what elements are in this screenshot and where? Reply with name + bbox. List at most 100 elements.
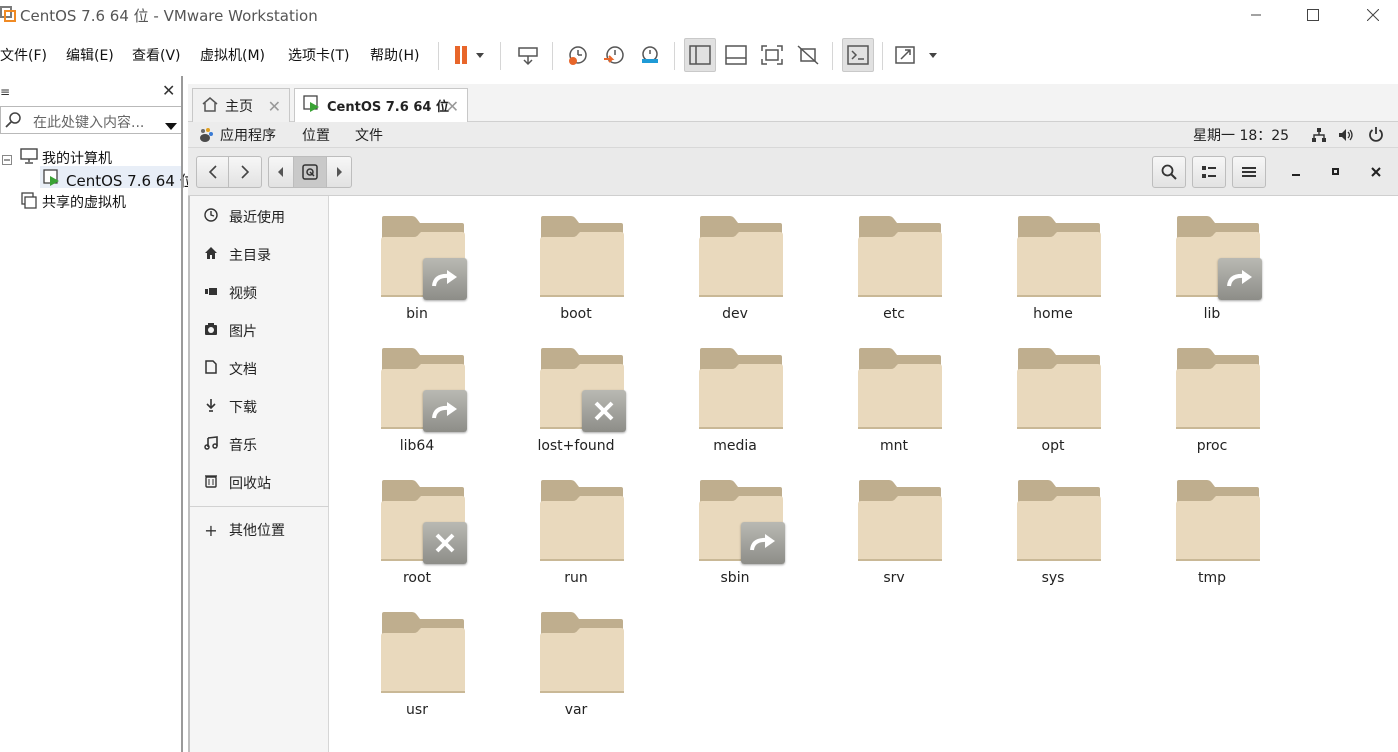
sidebar-item-recent[interactable]: 最近使用	[202, 206, 285, 228]
sidebar-item-label: 主目录	[229, 248, 271, 264]
sidebar-item-music[interactable]: 音乐	[202, 434, 257, 456]
locked-emblem-icon	[423, 522, 467, 564]
sidebar-item-documents[interactable]: 文档	[202, 358, 257, 380]
file-item[interactable]: var	[516, 592, 636, 718]
path-root-button[interactable]	[293, 156, 327, 188]
hamburger-menu-button[interactable]	[1232, 156, 1266, 188]
file-item[interactable]: lib	[1152, 196, 1272, 322]
menu-vm[interactable]: 虚拟机(M)	[200, 45, 265, 65]
maximize-button[interactable]	[1290, 0, 1336, 30]
tree-vm-centos[interactable]: CentOS 7.6 64 位	[66, 170, 195, 191]
view-toggle-button[interactable]	[1192, 156, 1226, 188]
menu-edit[interactable]: 编辑(E)	[66, 45, 114, 65]
console-view-icon[interactable]	[842, 38, 874, 72]
search-icon	[5, 111, 23, 133]
file-item[interactable]: dev	[675, 196, 795, 322]
chevron-down-icon[interactable]	[165, 116, 177, 135]
snapshot-manager-icon[interactable]	[634, 38, 666, 72]
files-minimize-button[interactable]	[1280, 156, 1312, 188]
file-item[interactable]: srv	[834, 460, 954, 586]
gnome-applications-menu[interactable]: 应用程序	[220, 125, 276, 145]
sidebar-item-home[interactable]: 主目录	[202, 244, 271, 266]
file-item[interactable]: lost+found	[516, 328, 636, 454]
library-splitter[interactable]	[181, 76, 183, 752]
menu-tabs[interactable]: 选项卡(T)	[288, 45, 349, 65]
pause-button[interactable]	[446, 38, 494, 72]
show-library-icon[interactable]	[684, 38, 716, 72]
file-item[interactable]: tmp	[1152, 460, 1272, 586]
sidebar-item-downloads[interactable]: 下载	[202, 396, 257, 418]
gnome-files-menu[interactable]: 文件	[355, 125, 383, 145]
forward-button[interactable]	[228, 156, 262, 188]
sidebar-item-label: 文档	[229, 362, 257, 378]
folder-icon	[1176, 348, 1260, 429]
vmware-logo-icon	[0, 6, 16, 22]
menu-help[interactable]: 帮助(H)	[370, 45, 419, 65]
send-ctrl-alt-del-icon[interactable]	[512, 38, 544, 72]
file-item[interactable]: bin	[357, 196, 477, 322]
tab-home-close-icon[interactable]: ✕	[268, 97, 281, 116]
gnome-clock[interactable]: 星期一 18：25	[1193, 125, 1289, 145]
library-menu-icon[interactable]: ≡	[0, 85, 10, 99]
menu-view[interactable]: 查看(V)	[132, 45, 181, 65]
file-item[interactable]: lib64	[357, 328, 477, 454]
path-scroll-left-button[interactable]	[268, 156, 294, 188]
file-name: tmp	[1197, 570, 1226, 586]
library-close-icon[interactable]: ✕	[162, 81, 175, 100]
close-window-button[interactable]	[1350, 0, 1396, 30]
file-item[interactable]: sbin	[675, 460, 795, 586]
vm-running-icon	[303, 94, 323, 117]
locked-emblem-icon	[582, 390, 626, 432]
file-item[interactable]: mnt	[834, 328, 954, 454]
clock-icon	[202, 208, 220, 226]
sidebar-item-trash[interactable]: 回收站	[202, 472, 271, 494]
back-button[interactable]	[196, 156, 229, 188]
file-item[interactable]: sys	[993, 460, 1113, 586]
files-close-button[interactable]	[1360, 156, 1392, 188]
minimize-button[interactable]	[1233, 0, 1279, 30]
symlink-emblem-icon	[423, 390, 467, 432]
folder-icon	[540, 480, 624, 561]
files-maximize-button[interactable]	[1320, 156, 1352, 188]
power-icon[interactable]	[1368, 126, 1384, 146]
file-item[interactable]: boot	[516, 196, 636, 322]
tab-vm-close-icon[interactable]: ✕	[446, 97, 459, 116]
library-search-field[interactable]: 在此处键入内容...	[0, 106, 182, 134]
file-name: lib64	[399, 438, 435, 454]
search-button[interactable]	[1152, 156, 1186, 188]
file-item[interactable]: opt	[993, 328, 1113, 454]
snapshot-take-icon[interactable]	[562, 38, 594, 72]
gnome-places-menu[interactable]: 位置	[302, 125, 330, 145]
file-name: usr	[406, 702, 428, 718]
tab-home[interactable]: 主页 ✕	[192, 88, 290, 122]
volume-icon[interactable]	[1338, 127, 1354, 147]
file-item[interactable]: root	[357, 460, 477, 586]
file-item[interactable]: etc	[834, 196, 954, 322]
file-item[interactable]: run	[516, 460, 636, 586]
file-name: mnt	[880, 438, 908, 454]
sidebar-item-pictures[interactable]: 图片	[202, 320, 257, 342]
tab-vm[interactable]: CentOS 7.6 64 位 ✕	[294, 88, 468, 122]
file-item[interactable]: usr	[357, 592, 477, 718]
sidebar-item-other-locations[interactable]: + 其他位置	[202, 519, 285, 541]
stretch-guest-icon[interactable]	[892, 38, 940, 72]
path-scroll-right-button[interactable]	[326, 156, 352, 188]
file-item[interactable]: home	[993, 196, 1113, 322]
full-screen-icon[interactable]	[756, 38, 788, 72]
document-icon	[202, 360, 220, 378]
file-item[interactable]: media	[675, 328, 795, 454]
snapshot-revert-icon[interactable]	[598, 38, 630, 72]
tree-shared-vms[interactable]: 共享的虚拟机	[42, 192, 126, 212]
folder-icon	[858, 480, 942, 561]
shared-vms-icon	[20, 192, 38, 214]
menu-file[interactable]: 文件(F)	[0, 45, 47, 65]
file-item[interactable]: proc	[1152, 328, 1272, 454]
folder-icon	[699, 216, 783, 297]
file-name: srv	[883, 570, 905, 586]
tree-my-computer[interactable]: 我的计算机	[42, 148, 112, 168]
sidebar-item-videos[interactable]: 视频	[202, 282, 257, 304]
thumbnail-bar-icon[interactable]	[720, 38, 752, 72]
network-icon[interactable]	[1311, 127, 1327, 147]
unity-icon[interactable]	[792, 38, 824, 72]
collapse-toggle-icon[interactable]	[2, 150, 12, 169]
